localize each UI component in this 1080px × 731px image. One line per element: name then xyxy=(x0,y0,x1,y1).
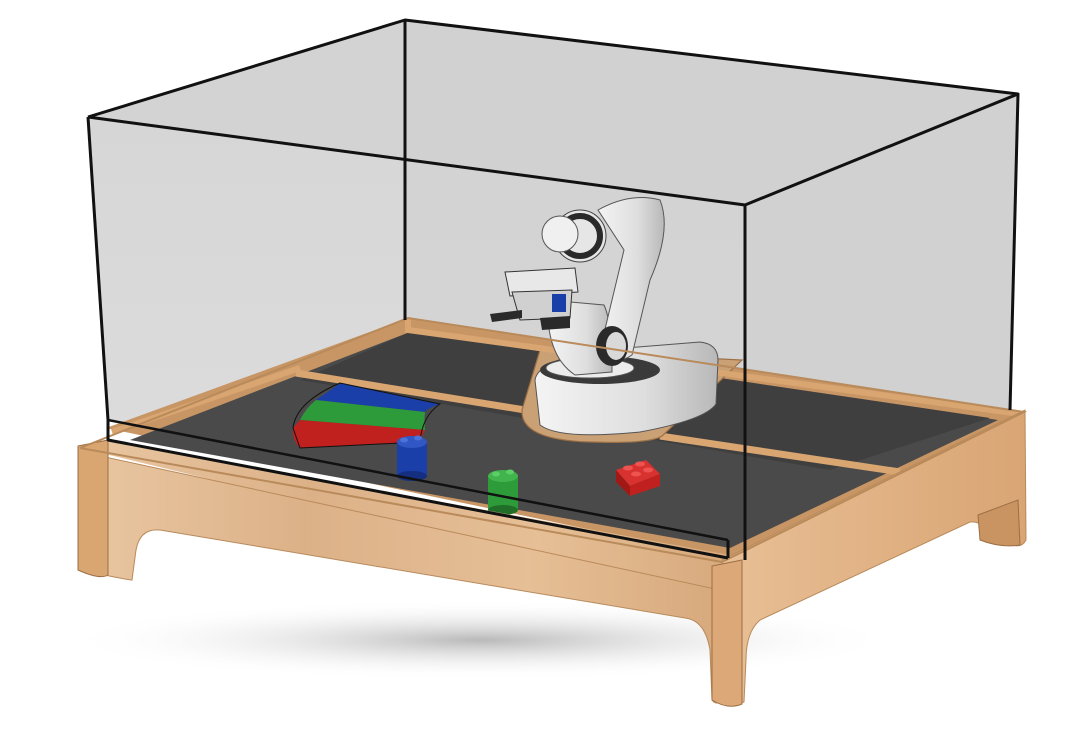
gripper-servo xyxy=(552,294,566,312)
base-left-leg xyxy=(77,439,109,578)
enclosure-illustration xyxy=(60,18,1028,707)
robot-elbow-cap xyxy=(606,332,626,360)
gripper-finger-right xyxy=(540,316,570,330)
base-right-leg xyxy=(711,559,743,707)
scene xyxy=(0,0,1080,731)
robot-head xyxy=(541,215,579,253)
blue-block xyxy=(397,435,427,481)
green-block xyxy=(488,469,518,515)
